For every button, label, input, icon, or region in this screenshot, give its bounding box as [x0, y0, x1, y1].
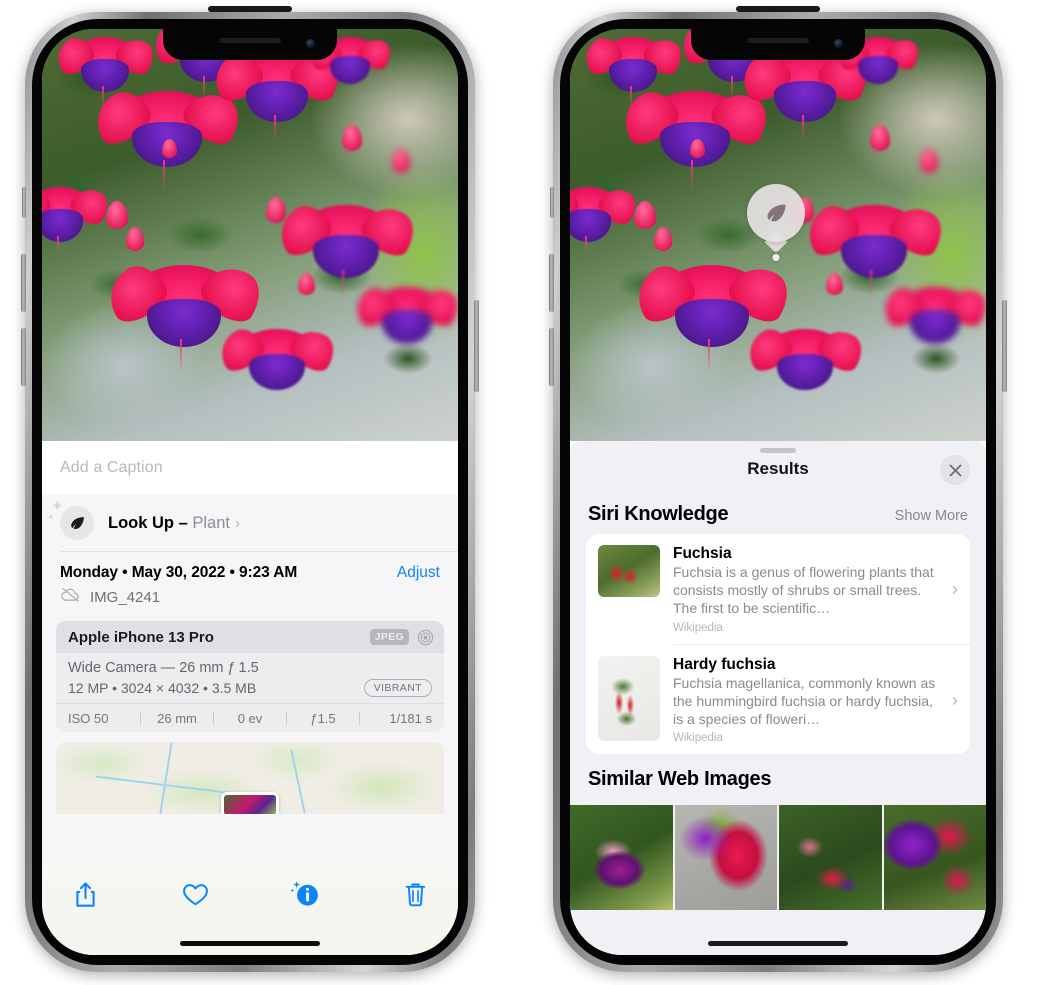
photo-date: Monday • May 30, 2022 • 9:23 AM: [60, 564, 298, 581]
heart-icon[interactable]: [178, 877, 212, 911]
photographic-style-badge: VIBRANT: [363, 679, 432, 697]
photo-filename: IMG_4241: [90, 588, 161, 606]
file-size-info: 12 MP • 3024 × 4032 • 3.5 MB: [68, 680, 257, 696]
volume-up-button[interactable]: [549, 254, 554, 312]
exif-body: Wide Camera — 26 mm ƒ 1.5 12 MP • 3024 ×…: [56, 653, 444, 703]
similar-web-images-strip[interactable]: [570, 805, 986, 911]
result-title: Fuchsia: [673, 545, 732, 562]
top-speaker-grille: [736, 6, 820, 12]
siri-knowledge-header: Siri Knowledge Show More: [570, 497, 986, 534]
side-power-button[interactable]: [474, 300, 479, 392]
hardy-fuchsia-thumbnail: [598, 655, 660, 741]
chevron-right-icon: ›: [952, 689, 958, 710]
web-image-4[interactable]: [883, 805, 986, 911]
earpiece-speaker: [219, 38, 281, 43]
mute-switch[interactable]: [550, 187, 554, 218]
result-description: Fuchsia magellanica, commonly known as t…: [673, 674, 936, 727]
screenshot-stage: Add a Caption ✦ ✦ Look Up – Plant › Mond…: [0, 0, 1055, 985]
photo-toolbar: [42, 867, 458, 955]
list-item[interactable]: Fuchsia Fuchsia is a genus of flowering …: [586, 534, 970, 644]
look-up-action: Look Up –: [108, 513, 188, 532]
mute-switch[interactable]: [22, 187, 26, 218]
look-up-subject: Plant: [192, 513, 230, 532]
chevron-right-icon: ›: [234, 514, 240, 532]
earpiece-speaker: [747, 38, 809, 43]
adjust-button[interactable]: Adjust: [397, 564, 440, 582]
results-sheet: Results Siri Knowledge Show More Fuchsia…: [570, 441, 986, 955]
look-up-icon-wrap: ✦ ✦: [47, 499, 94, 540]
front-camera-icon: [306, 39, 315, 48]
stat-focal: 26 mm: [157, 710, 197, 726]
exif-card[interactable]: Apple iPhone 13 Pro JPEG Wide Camera — 2…: [56, 621, 444, 732]
stat-aperture: ƒ1.5: [310, 710, 336, 726]
look-up-row[interactable]: ✦ ✦ Look Up – Plant ›: [42, 495, 458, 551]
web-image-2[interactable]: [674, 805, 777, 911]
lens-info: Wide Camera — 26 mm ƒ 1.5: [68, 660, 259, 676]
show-more-button[interactable]: Show More: [895, 508, 968, 524]
leaf-icon: [60, 506, 94, 540]
photo-viewer[interactable]: [42, 29, 458, 441]
side-power-button[interactable]: [1002, 300, 1007, 392]
screen-left: Add a Caption ✦ ✦ Look Up – Plant › Mond…: [42, 29, 458, 955]
list-item[interactable]: Hardy fuchsia Fuchsia magellanica, commo…: [586, 645, 970, 755]
volume-up-button[interactable]: [21, 254, 26, 312]
section-title: Siri Knowledge: [588, 503, 729, 525]
result-description: Fuchsia is a genus of flowering plants t…: [673, 564, 934, 616]
display-notch: [163, 29, 337, 60]
volume-down-button[interactable]: [21, 328, 26, 386]
home-indicator[interactable]: [708, 941, 848, 946]
cloud-slash-icon: [60, 587, 81, 607]
badge-anchor-dot: [772, 254, 780, 261]
format-badge: JPEG: [369, 629, 409, 645]
look-up-label: Look Up – Plant: [108, 514, 230, 533]
close-icon[interactable]: [940, 455, 970, 485]
date-block: Monday • May 30, 2022 • 9:23 AM Adjust I…: [42, 552, 458, 615]
exif-header: Apple iPhone 13 Pro JPEG: [56, 621, 444, 653]
location-map[interactable]: [56, 742, 444, 814]
visual-look-up-badge[interactable]: [747, 184, 805, 261]
display-notch: [691, 29, 865, 60]
front-camera-icon: [834, 39, 843, 48]
sheet-title: Results: [747, 459, 809, 478]
trash-icon[interactable]: [398, 877, 432, 911]
result-title: Hardy fuchsia: [673, 655, 776, 673]
sparkle-small-icon: ✦: [47, 512, 55, 522]
iphone-right: Results Siri Knowledge Show More Fuchsia…: [549, 6, 1007, 972]
section-title: Similar Web Images: [588, 768, 772, 791]
stat-iso: ISO 50: [68, 710, 109, 726]
chevron-right-icon: ›: [952, 578, 958, 599]
home-indicator[interactable]: [180, 941, 320, 946]
similar-web-images-header: Similar Web Images: [570, 754, 986, 799]
sheet-header: Results: [570, 441, 986, 497]
result-source: Wikipedia: [673, 621, 723, 634]
exif-stats-row: ISO 50 26 mm 0 ev ƒ1.5 1/181 s: [56, 704, 444, 732]
result-source: Wikipedia: [673, 732, 723, 745]
volume-down-button[interactable]: [549, 328, 554, 386]
info-sparkle-icon[interactable]: [288, 877, 322, 911]
screen-right: Results Siri Knowledge Show More Fuchsia…: [570, 29, 986, 955]
photo-info-panel: Add a Caption ✦ ✦ Look Up – Plant › Mond…: [42, 441, 458, 955]
iphone-left: Add a Caption ✦ ✦ Look Up – Plant › Mond…: [21, 6, 479, 972]
web-image-3[interactable]: [779, 805, 882, 911]
top-speaker-grille: [208, 6, 292, 12]
fuchsia-photo: [42, 29, 458, 441]
stat-ev: 0 ev: [237, 710, 263, 726]
hdr-circle-icon: [417, 629, 434, 646]
map-photo-thumbnail[interactable]: [221, 792, 279, 814]
fuchsia-flower-thumbnail: [598, 545, 660, 597]
leaf-icon: [747, 184, 805, 242]
caption-input[interactable]: Add a Caption: [60, 459, 163, 477]
caption-field-row[interactable]: Add a Caption: [42, 441, 458, 495]
web-image-1[interactable]: [570, 805, 673, 911]
share-icon[interactable]: [68, 877, 102, 911]
stat-shutter: 1/181 s: [389, 710, 432, 726]
camera-device: Apple iPhone 13 Pro: [68, 628, 214, 646]
siri-knowledge-card: Fuchsia Fuchsia is a genus of flowering …: [586, 534, 970, 755]
photo-viewer[interactable]: [570, 29, 986, 441]
